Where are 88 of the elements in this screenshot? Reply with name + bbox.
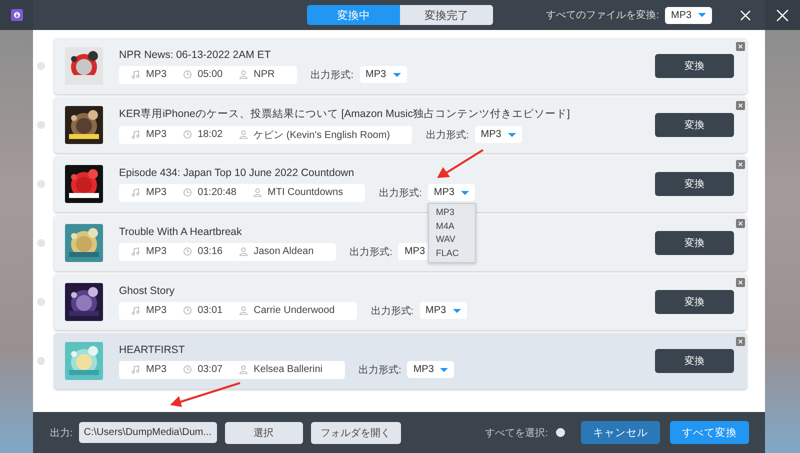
close-icon[interactable] (776, 8, 789, 22)
tab[interactable]: 変換完了 (400, 5, 493, 25)
music-note-icon (131, 188, 140, 197)
music-note-icon (131, 306, 140, 315)
duration-text: 01:20:48 (198, 187, 236, 198)
output-label: 出力: (50, 426, 73, 440)
arrow-drawing (437, 149, 484, 178)
output-format-label: 出力形式: (379, 186, 422, 200)
track-title: Episode 434: Japan Top 10 June 2022 Countdown (119, 166, 354, 178)
format-select[interactable]: MP3 (420, 302, 467, 319)
output-format-label: 出力形式: (350, 246, 392, 258)
track-title: Ghost Story (119, 284, 174, 296)
radio-button[interactable] (37, 121, 45, 129)
radio-button[interactable] (37, 62, 45, 70)
caret-icon (460, 190, 469, 194)
format-select[interactable]: MP3 (428, 184, 475, 201)
track-title: KER専用iPhoneのケース、投票結果について [Amazon Music独占コンテンツ付きエピソード] (119, 106, 570, 120)
caret-icon (508, 132, 516, 136)
music-note-icon (131, 247, 140, 256)
duration-text: 05:00 (198, 69, 223, 80)
radio-button[interactable] (37, 357, 45, 365)
format-select[interactable]: MP3 (407, 361, 454, 378)
caret-icon (392, 72, 400, 76)
music-note-icon (131, 365, 140, 374)
duration-text: 03:16 (198, 246, 223, 257)
format-select[interactable]: MP3 (474, 126, 522, 143)
convert-button[interactable]: 変換 (655, 113, 734, 137)
duration-text: 03:01 (198, 305, 223, 316)
cancel-button[interactable]: キャンセル (581, 421, 660, 444)
open-folder-button[interactable]: フォルダを開く (310, 422, 401, 444)
clock-icon (182, 365, 192, 374)
artist-text: Jason Aldean (254, 246, 314, 257)
person-icon (238, 130, 248, 139)
path-field[interactable]: C:\Users\DumpMedia\Dum... (78, 422, 217, 443)
person-icon (238, 365, 248, 374)
output-format-label: 出力形式: (310, 68, 354, 82)
track-title: HEARTFIRST (119, 344, 185, 356)
select-all-label: すべてを選択: (485, 426, 548, 440)
music-note-icon (131, 70, 140, 79)
convert-button[interactable]: 変換 (655, 172, 734, 196)
track-title: Trouble With A Heartbreak (119, 226, 242, 238)
format-text: MP3 (146, 129, 167, 140)
app-icon (10, 9, 22, 21)
menu-item[interactable]: M4A (428, 220, 475, 233)
artist-text: Kelsea Ballerini (254, 364, 323, 375)
person-icon (238, 306, 248, 315)
format-select[interactable]: MP3 (360, 66, 406, 83)
duration-text: 18:02 (198, 129, 223, 140)
caret-icon (452, 308, 461, 312)
person-icon (238, 247, 248, 256)
clock-icon (182, 130, 192, 139)
caret-icon (440, 368, 448, 372)
person-icon (238, 70, 248, 79)
radio-button[interactable] (37, 180, 45, 188)
person-icon (252, 188, 262, 197)
duration-text: 03:07 (198, 364, 223, 375)
convert-button[interactable]: 変換 (655, 349, 734, 373)
output-format-label: 出力形式: (370, 304, 414, 318)
convert-all-label: すべてのファイルを変換: (546, 8, 659, 22)
menu-item[interactable]: MP3 (428, 206, 475, 220)
format-text: MP3 (146, 69, 167, 80)
radio-button[interactable] (37, 239, 45, 247)
format-text: MP3 (146, 246, 167, 257)
format-text: MP3 (146, 187, 167, 198)
convert-button[interactable]: 変換 (655, 54, 734, 78)
select-all-radio[interactable] (556, 428, 565, 437)
clock-icon (182, 70, 192, 79)
artist-text: MTI Countdowns (268, 187, 344, 198)
artist-text: Carrie Underwood (254, 305, 335, 316)
clock-icon (182, 306, 192, 315)
artist-text: ケビン (Kevin's English Room) (254, 128, 390, 142)
format-text: MP3 (146, 305, 167, 316)
choose-button[interactable]: 選択 (224, 422, 303, 444)
close-icon[interactable] (740, 10, 751, 20)
output-format-label: 出力形式: (358, 364, 402, 376)
clock-icon (182, 188, 192, 197)
format-select[interactable]: MP3 (665, 6, 712, 24)
arrow-drawing (170, 382, 240, 407)
output-format-label: 出力形式: (426, 128, 469, 142)
convert-button[interactable]: 変換 (655, 231, 734, 255)
caret-icon (698, 13, 706, 17)
artist-text: NPR (254, 69, 275, 80)
radio-button[interactable] (37, 298, 45, 306)
music-note-icon (131, 130, 140, 139)
convert-button[interactable]: 変換 (655, 290, 734, 314)
clock-icon (182, 247, 192, 256)
format-text: MP3 (146, 364, 167, 375)
track-title: NPR News: 06-13-2022 2AM ET (119, 48, 271, 60)
